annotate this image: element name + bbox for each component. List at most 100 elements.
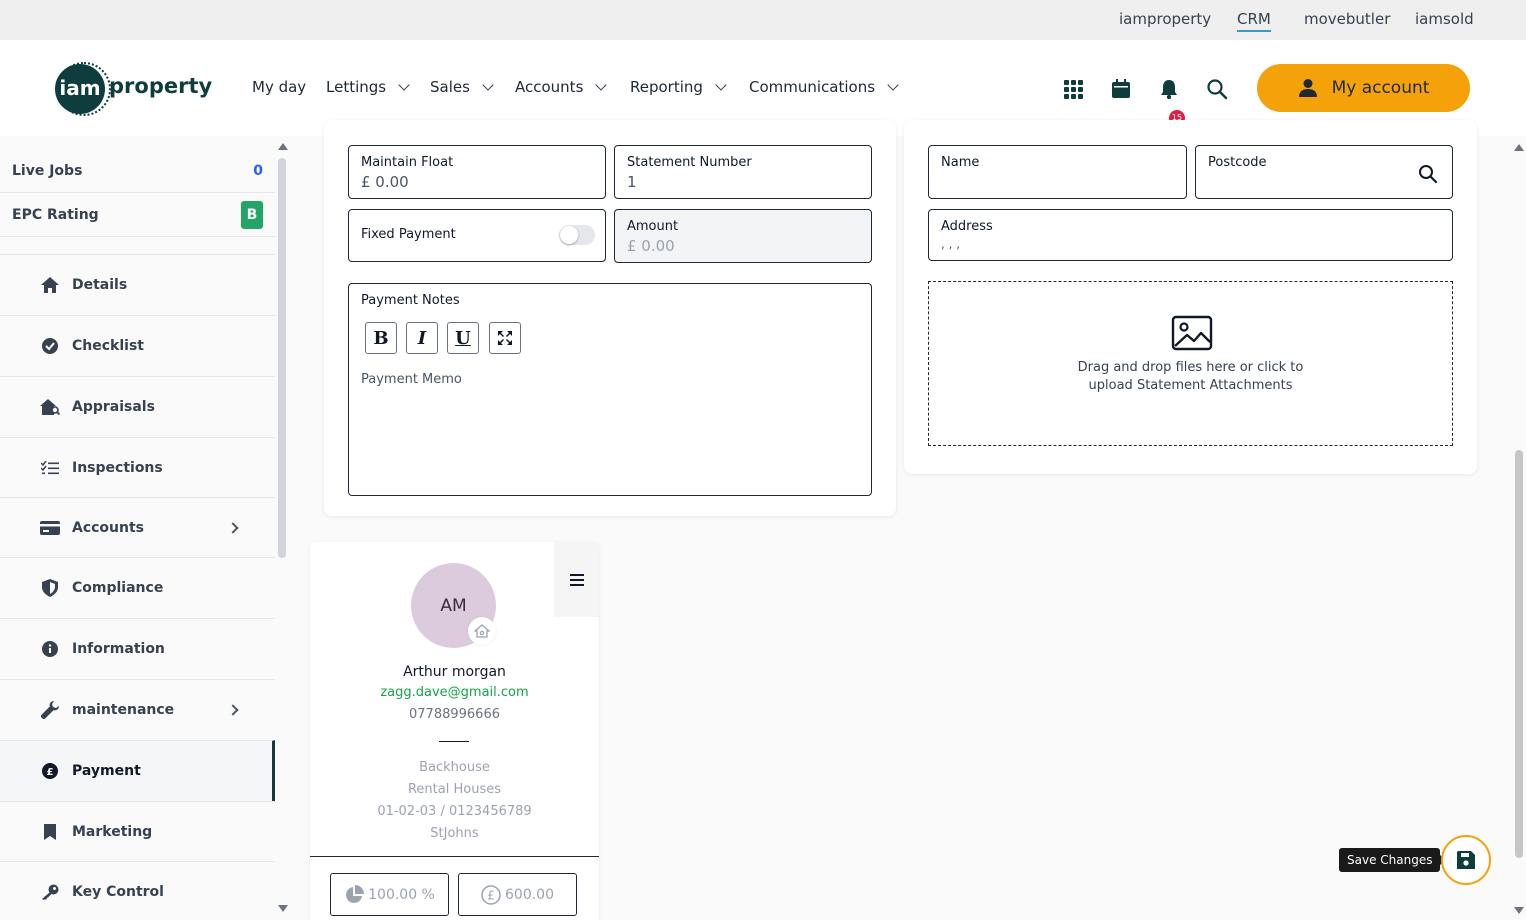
brand-link-iamproperty[interactable]: iamproperty: [1119, 10, 1211, 28]
house-search-icon: [40, 399, 60, 415]
image-upload-icon: [1171, 315, 1213, 351]
maintain-float-value: £ 0.00: [361, 173, 409, 191]
rent-amount-value: 600.00: [505, 886, 554, 903]
fullscreen-button[interactable]: [489, 322, 521, 354]
contact-email-link[interactable]: zagg.dave@gmail.com: [310, 685, 599, 700]
brand-bar: iamproperty CRM movebutler iamsold: [0, 0, 1526, 40]
property-sidebar: Live Jobs 0 EPC Rating B Details Checkli…: [0, 136, 290, 920]
home-icon: [41, 277, 59, 293]
sidebar-item-maintenance[interactable]: maintenance: [0, 679, 275, 740]
avatar-initials: AM: [440, 595, 467, 616]
nav-reporting-label: Reporting: [630, 78, 703, 96]
attachments-dropzone[interactable]: Drag and drop files here or click to upl…: [928, 281, 1453, 446]
page-scroll-up[interactable]: [1514, 144, 1524, 151]
my-account-label: My account: [1331, 78, 1430, 98]
nav-lettings[interactable]: Lettings: [326, 78, 410, 96]
nav-accounts-label: Accounts: [515, 78, 584, 96]
chevron-down-icon: [398, 78, 410, 91]
calendar-icon[interactable]: [1110, 78, 1132, 100]
address-label: Address: [941, 219, 993, 234]
sidebar-scroll-up[interactable]: [278, 143, 288, 150]
brand-link-crm[interactable]: CRM: [1237, 10, 1271, 32]
sidebar-item-inspections[interactable]: Inspections: [0, 437, 275, 498]
statement-number-field[interactable]: Statement Number 1: [614, 145, 872, 199]
search-icon[interactable]: [1206, 78, 1228, 100]
floppy-disk-icon: [1457, 851, 1475, 869]
logo-mark: iam: [55, 64, 105, 114]
key-icon: [42, 884, 59, 900]
sidebar-item-payment[interactable]: £ Payment: [0, 740, 275, 801]
nav-my-day-label: My day: [252, 78, 307, 96]
rent-amount-box: £ 600.00: [458, 873, 577, 916]
brand-link-movebutler[interactable]: movebutler: [1304, 10, 1390, 28]
name-field[interactable]: Name: [928, 145, 1187, 199]
sidebar-item-label: Checklist: [72, 338, 144, 354]
sidebar-scroll-down[interactable]: [278, 905, 288, 912]
chevron-right-icon: [227, 522, 239, 534]
live-jobs-row[interactable]: Live Jobs 0: [0, 150, 275, 193]
save-changes-tooltip: Save Changes: [1339, 848, 1447, 872]
page-scrollbar[interactable]: [1515, 450, 1523, 858]
info-icon: [42, 641, 58, 657]
iamproperty-logo[interactable]: iam property: [55, 62, 212, 116]
nav-communications-label: Communications: [749, 78, 876, 96]
maintain-float-field[interactable]: Maintain Float £ 0.00: [348, 145, 606, 199]
search-icon[interactable]: [1418, 164, 1438, 184]
contact-phone[interactable]: 07788996666: [310, 707, 599, 722]
chevron-down-icon: [887, 78, 899, 91]
nav-sales[interactable]: Sales: [430, 78, 494, 96]
apps-grid-icon[interactable]: [1062, 78, 1084, 100]
contact-address-line: StJohns: [430, 826, 479, 841]
contact-address-line: Backhouse: [419, 760, 490, 775]
live-jobs-label: Live Jobs: [12, 163, 83, 179]
fixed-payment-field: Fixed Payment: [348, 209, 606, 262]
contact-menu-button[interactable]: [554, 542, 599, 617]
contact-divider: [439, 741, 469, 742]
check-circle-icon: [42, 338, 58, 354]
wrench-icon: [41, 701, 59, 719]
sidebar-item-details[interactable]: Details: [0, 254, 275, 315]
fixed-payment-toggle[interactable]: [559, 225, 595, 245]
list-check-icon: [41, 461, 59, 475]
underline-button[interactable]: U: [447, 322, 479, 354]
sidebar-item-checklist[interactable]: Checklist: [0, 315, 275, 376]
shield-icon: [42, 579, 58, 597]
name-label: Name: [941, 155, 980, 170]
nav-communications[interactable]: Communications: [749, 78, 899, 96]
sidebar-item-compliance[interactable]: Compliance: [0, 557, 275, 618]
payment-memo-textarea[interactable]: Payment Memo: [361, 372, 859, 485]
address-value: , , ,: [941, 237, 961, 251]
italic-button[interactable]: I: [406, 322, 438, 354]
sidebar-item-accounts[interactable]: Accounts: [0, 497, 275, 558]
postcode-field[interactable]: Postcode: [1195, 145, 1453, 199]
contact-card: AM Arthur morgan zagg.dave@gmail.com 077…: [310, 542, 599, 920]
my-account-button[interactable]: My account: [1257, 64, 1470, 112]
avatar-home-badge: [468, 617, 496, 645]
payment-notes-label: Payment Notes: [361, 293, 460, 308]
save-changes-button[interactable]: [1441, 835, 1491, 885]
user-icon: [1298, 79, 1317, 97]
pound-icon: £: [42, 763, 58, 779]
sidebar-item-label: Key Control: [72, 884, 164, 900]
sidebar-item-label: maintenance: [72, 702, 175, 718]
sidebar-item-marketing[interactable]: Marketing: [0, 801, 275, 862]
sidebar-item-label: Payment: [72, 763, 141, 779]
sidebar-item-appraisals[interactable]: Appraisals: [0, 376, 275, 437]
nav-sales-label: Sales: [430, 78, 470, 96]
bold-button[interactable]: B: [365, 322, 397, 354]
home-icon: [474, 624, 490, 638]
bell-icon[interactable]: [1158, 78, 1180, 100]
nav-accounts[interactable]: Accounts: [515, 78, 608, 96]
amount-value: £ 0.00: [627, 237, 675, 255]
statement-number-value: 1: [627, 173, 637, 191]
sidebar-item-key-control[interactable]: Key Control: [0, 861, 275, 920]
chevron-down-icon: [715, 78, 727, 91]
contact-address-line: 01-02-03 / 0123456789: [377, 804, 532, 819]
sidebar-item-information[interactable]: Information: [0, 618, 275, 679]
brand-link-iamsold[interactable]: iamsold: [1415, 10, 1474, 28]
sidebar-scrollbar[interactable]: [278, 158, 286, 558]
address-field[interactable]: Address , , ,: [928, 209, 1453, 261]
page-scroll-down[interactable]: [1514, 907, 1524, 914]
nav-my-day[interactable]: My day: [252, 78, 306, 96]
nav-reporting[interactable]: Reporting: [630, 78, 727, 96]
